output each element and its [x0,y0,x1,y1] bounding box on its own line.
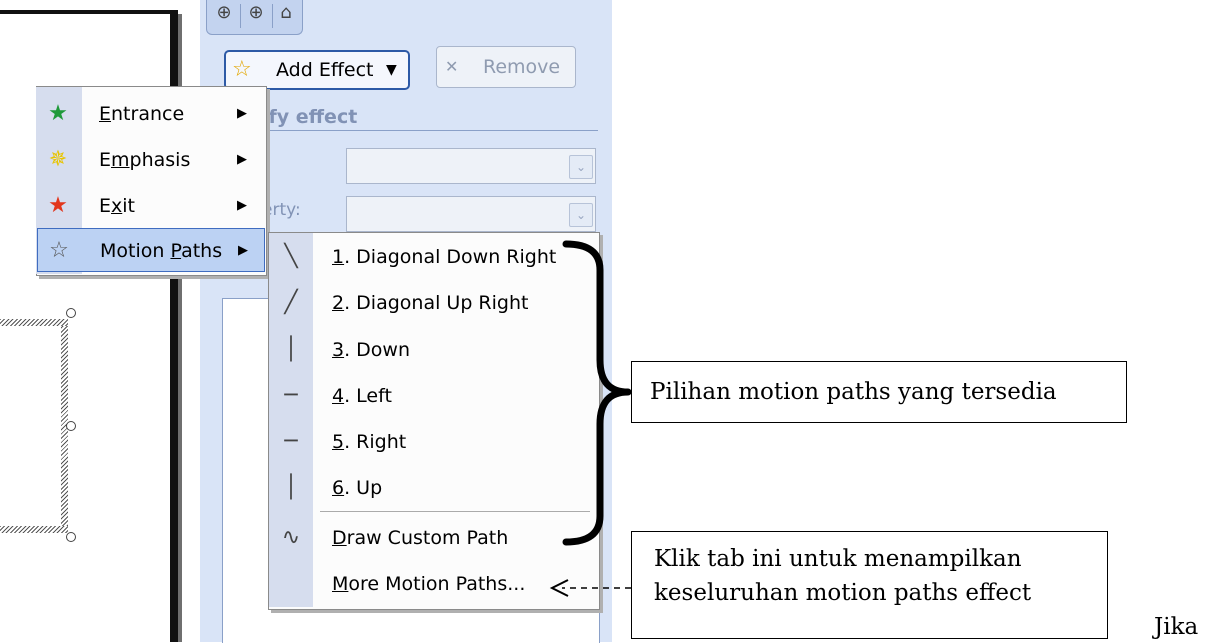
callout-motion-paths-options: Pilihan motion paths yang tersedia [631,361,1127,423]
arrow-head-icon [549,579,569,597]
trailing-text: Jika [1154,614,1199,640]
brace-annotation [562,240,632,546]
callout-more-motion-paths: Klik tab ini untuk menampilkan keseluruh… [631,531,1108,639]
callout-line: keseluruhan motion paths effect [654,580,1032,606]
callout-line: Klik tab ini untuk menampilkan [654,546,1022,572]
